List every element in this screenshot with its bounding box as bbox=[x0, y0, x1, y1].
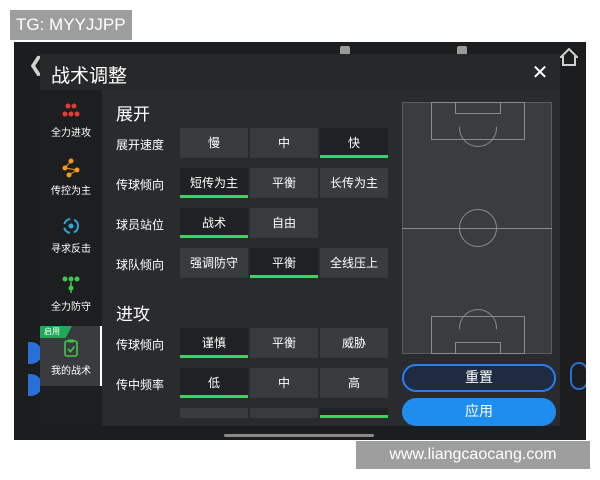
home-indicator bbox=[224, 434, 374, 437]
counter-attack-icon bbox=[63, 218, 79, 234]
dialog-title: 战术调整 bbox=[51, 65, 128, 87]
center-circle bbox=[459, 209, 497, 247]
all-out-attack-icon bbox=[62, 103, 80, 117]
row-label: 传球倾向 bbox=[116, 338, 165, 352]
sidebar-item-my-tactics[interactable]: 启用 我的战术 bbox=[40, 326, 102, 386]
game-screen: ❮ 战术调整 ✕ 全力进攻 传控为主 寻求反击 全力防守 启用 我的战术 展开 … bbox=[14, 42, 586, 440]
option-short-pass[interactable]: 短传为主 bbox=[180, 168, 248, 198]
my-tactics-icon bbox=[64, 339, 78, 357]
sidebar-item-label: 全力进攻 bbox=[51, 128, 91, 139]
tactics-sidebar: 全力进攻 传控为主 寻求反击 全力防守 启用 我的战术 bbox=[40, 90, 102, 426]
sidebar-item-all-out-attack[interactable]: 全力进攻 bbox=[40, 94, 102, 150]
option-medium[interactable]: 中 bbox=[250, 128, 318, 158]
background-button bbox=[570, 362, 586, 390]
option-fast[interactable]: 快 bbox=[320, 128, 388, 158]
goal-box-top bbox=[455, 102, 501, 114]
watermark-top: TG: MYYJJPP bbox=[10, 10, 132, 40]
sidebar-item-label: 寻求反击 bbox=[51, 244, 91, 255]
row-label: 展开速度 bbox=[116, 138, 165, 152]
tactics-settings: 展开 展开速度 慢 中 快 传球倾向 短传为主 平衡 长传为主 球员站位 战术 … bbox=[102, 90, 402, 426]
penalty-arc-top bbox=[459, 127, 497, 147]
option-tactical[interactable]: 战术 bbox=[180, 208, 248, 238]
pitch-diagram bbox=[402, 102, 552, 354]
goal-box-bottom bbox=[455, 342, 501, 354]
option-balanced[interactable]: 平衡 bbox=[250, 168, 318, 198]
option-slow[interactable]: 慢 bbox=[180, 128, 248, 158]
home-icon[interactable] bbox=[560, 48, 578, 66]
option-medium[interactable]: 中 bbox=[250, 368, 318, 398]
status-badge: 启用 bbox=[40, 326, 72, 338]
option-long-pass[interactable]: 长传为主 bbox=[320, 168, 388, 198]
sidebar-item-label: 我的战术 bbox=[51, 366, 91, 377]
option-high[interactable]: 高 bbox=[320, 368, 388, 398]
option-partial[interactable] bbox=[180, 408, 248, 418]
apply-button[interactable]: 应用 bbox=[402, 398, 556, 426]
option-free[interactable]: 自由 bbox=[250, 208, 318, 238]
option-defensive[interactable]: 强调防守 bbox=[180, 248, 248, 278]
sidebar-item-label: 全力防守 bbox=[51, 302, 91, 313]
sidebar-item-all-out-defense[interactable]: 全力防守 bbox=[40, 268, 102, 324]
option-press-high[interactable]: 全线压上 bbox=[320, 248, 388, 278]
option-partial[interactable] bbox=[320, 408, 388, 418]
tactics-dialog: 战术调整 ✕ 全力进攻 传控为主 寻求反击 全力防守 启用 我的战术 展开 展开… bbox=[40, 54, 560, 426]
dialog-header: 战术调整 ✕ bbox=[40, 54, 560, 90]
watermark-bottom: www.liangcaocang.com bbox=[356, 441, 590, 469]
reset-button[interactable]: 重置 bbox=[402, 364, 556, 392]
row-label: 传球倾向 bbox=[116, 178, 165, 192]
option-balanced[interactable]: 平衡 bbox=[250, 248, 318, 278]
row-label: 传中频率 bbox=[116, 378, 165, 392]
sidebar-item-label: 传控为主 bbox=[51, 186, 91, 197]
all-out-defense-icon bbox=[62, 276, 80, 293]
option-low[interactable]: 低 bbox=[180, 368, 248, 398]
possession-icon bbox=[62, 158, 80, 178]
section-title-attack: 进攻 bbox=[116, 305, 150, 325]
option-balanced[interactable]: 平衡 bbox=[250, 328, 318, 358]
option-cautious[interactable]: 谨慎 bbox=[180, 328, 248, 358]
option-threatening[interactable]: 威胁 bbox=[320, 328, 388, 358]
close-icon[interactable]: ✕ bbox=[528, 60, 552, 84]
option-partial[interactable] bbox=[250, 408, 318, 418]
sidebar-item-counter-attack[interactable]: 寻求反击 bbox=[40, 210, 102, 266]
sidebar-item-possession[interactable]: 传控为主 bbox=[40, 152, 102, 208]
section-title-expand: 展开 bbox=[116, 105, 150, 125]
row-label: 球员站位 bbox=[116, 218, 165, 232]
row-label: 球队倾向 bbox=[116, 258, 165, 272]
